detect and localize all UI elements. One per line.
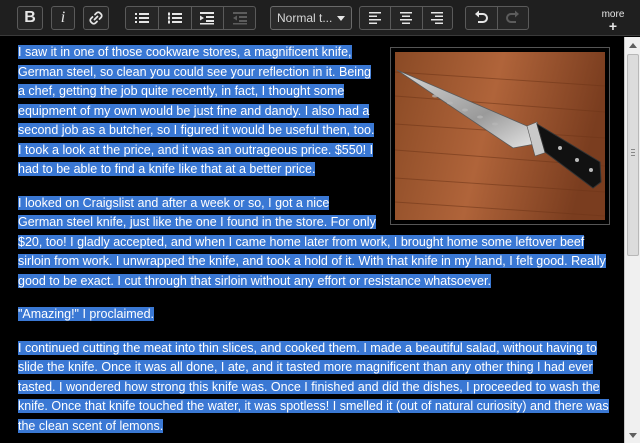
italic-label: i xyxy=(60,9,66,26)
paragraph[interactable]: "Amazing!" I proclaimed. xyxy=(18,305,610,325)
paragraph-text: "Amazing!" I proclaimed. xyxy=(18,307,155,321)
editor-toolbar: B i Normal t... more + xyxy=(0,0,640,36)
format-select-value: Normal t... xyxy=(277,11,333,25)
paragraph-text: I continued cutting the meat into thin s… xyxy=(18,340,609,433)
redo-button[interactable] xyxy=(498,7,528,29)
article-body[interactable]: I saw it in one of those cookware stores… xyxy=(18,43,610,443)
arrow-up-icon xyxy=(628,42,637,48)
editor-content-area[interactable]: I saw it in one of those cookware stores… xyxy=(0,37,624,443)
outdent-icon xyxy=(232,12,247,25)
knife-photo xyxy=(395,52,605,220)
grip-line xyxy=(631,152,635,153)
indent-icon xyxy=(200,12,215,25)
undo-button[interactable] xyxy=(466,7,498,29)
scroll-down-button[interactable] xyxy=(625,427,640,443)
format-select[interactable]: Normal t... xyxy=(270,6,352,30)
vertical-scrollbar[interactable] xyxy=(624,37,640,443)
align-left-icon xyxy=(369,12,382,24)
undo-icon xyxy=(475,10,489,23)
bullet-list-button[interactable] xyxy=(126,7,159,29)
knife-image[interactable] xyxy=(390,47,610,225)
arrow-down-icon xyxy=(628,432,637,438)
more-button[interactable]: more + xyxy=(598,10,628,34)
scrollbar-thumb[interactable] xyxy=(627,54,639,256)
align-center-icon xyxy=(400,12,413,24)
plus-icon: + xyxy=(608,18,618,34)
grip-line xyxy=(631,149,635,150)
align-button-group xyxy=(359,6,453,30)
align-left-button[interactable] xyxy=(360,7,392,29)
scroll-up-button[interactable] xyxy=(625,37,640,53)
numbered-list-button[interactable] xyxy=(159,7,192,29)
outdent-button[interactable] xyxy=(224,7,255,29)
bullet-list-icon xyxy=(134,13,149,23)
align-right-icon xyxy=(431,12,444,24)
chevron-down-icon xyxy=(337,16,345,21)
list-button-group xyxy=(125,6,256,30)
align-center-button[interactable] xyxy=(391,7,423,29)
paragraph-text: I saw it in one of those cookware stores… xyxy=(18,45,375,176)
italic-button[interactable]: i xyxy=(51,6,75,30)
align-right-button[interactable] xyxy=(423,7,452,29)
link-button[interactable] xyxy=(83,6,109,30)
grip-line xyxy=(631,155,635,156)
numbered-list-icon xyxy=(167,12,182,24)
link-icon xyxy=(89,11,103,25)
history-button-group xyxy=(465,6,529,30)
redo-icon xyxy=(506,10,519,23)
paragraph[interactable]: I continued cutting the meat into thin s… xyxy=(18,339,610,437)
bold-button[interactable]: B xyxy=(17,6,43,30)
bold-label: B xyxy=(24,9,36,26)
indent-button[interactable] xyxy=(192,7,225,29)
